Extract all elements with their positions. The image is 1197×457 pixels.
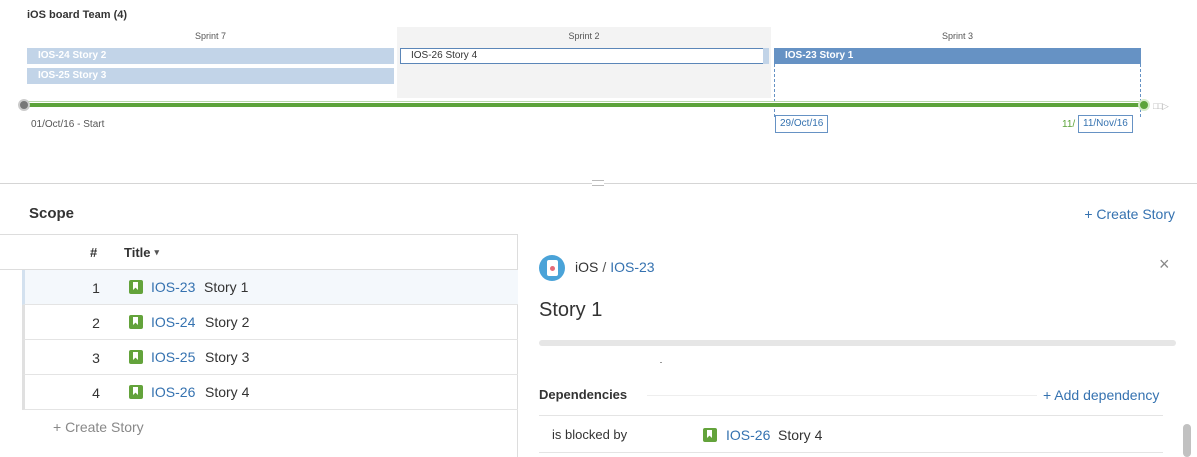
timeline-bar-ios-25[interactable]: IOS-25 Story 3: [27, 68, 394, 84]
scope-title: Scope: [29, 205, 75, 222]
column-header-number: #: [90, 245, 98, 260]
timeline-bar-ios-26[interactable]: IOS-26 Story 4: [400, 48, 764, 64]
column-header-title-label: Title: [124, 245, 151, 260]
issue-summary: Story 4: [205, 384, 250, 400]
table-row[interactable]: 2 IOS-24 Story 2: [22, 305, 518, 340]
breadcrumb: iOS / IOS-23: [575, 259, 655, 275]
issue-progress-bar: [539, 340, 1176, 346]
project-avatar-icon: [539, 255, 565, 281]
timeline-bar-ios-24[interactable]: IOS-24 Story 2: [27, 48, 394, 64]
breadcrumb-project: iOS: [575, 259, 599, 275]
breadcrumb-separator: /: [602, 259, 607, 275]
issue-summary: Story 3: [205, 349, 250, 365]
issue-summary: Story 1: [204, 279, 249, 295]
track-tail-icon: □□▷: [1153, 101, 1169, 111]
table-row[interactable]: 1 IOS-23 Story 1: [22, 270, 518, 305]
breadcrumb-issue-link[interactable]: IOS-23: [610, 259, 654, 275]
sprint-label: Sprint 3: [941, 31, 974, 41]
team-title: iOS board Team (4): [27, 9, 128, 21]
dependencies-heading: Dependencies: [539, 387, 628, 402]
issue-key-link[interactable]: IOS-23: [151, 279, 195, 295]
dependencies-rule: [647, 395, 1037, 396]
create-story-inline-button[interactable]: + Create Story: [53, 419, 144, 435]
close-icon[interactable]: ×: [1159, 254, 1170, 275]
mid-date-box[interactable]: 29/Oct/16: [775, 115, 829, 133]
detail-scrollbar[interactable]: [1183, 424, 1191, 457]
divider-grip-handle[interactable]: [592, 180, 604, 186]
sort-caret-icon: ▾: [154, 247, 160, 257]
timeline-track: [24, 103, 1144, 107]
issue-summary: Story 2: [205, 314, 250, 330]
start-date-label: 01/Oct/16 - Start: [31, 119, 105, 130]
table-row[interactable]: 3 IOS-25 Story 3: [22, 340, 518, 375]
story-type-icon: [129, 315, 143, 329]
issue-key-link[interactable]: IOS-26: [151, 384, 195, 400]
story-type-icon: [129, 385, 143, 399]
create-story-button[interactable]: + Create Story: [1084, 206, 1175, 222]
end-date-partial: 11/: [1062, 119, 1076, 130]
timeline-end-node[interactable]: [1138, 99, 1150, 111]
sprint-label: Sprint 7: [194, 31, 227, 41]
timeline-bar-ios-23[interactable]: IOS-23 Story 1: [774, 48, 1141, 64]
add-dependency-button[interactable]: + Add dependency: [1043, 387, 1159, 403]
story-type-icon: [129, 280, 143, 294]
row-number: 2: [92, 315, 100, 331]
row-number: 4: [92, 385, 100, 401]
dependency-row: is blocked by IOS-26 Story 4: [539, 415, 1163, 453]
row-number: 3: [92, 350, 100, 366]
timeline-start-node[interactable]: [18, 99, 30, 111]
dependency-summary: Story 4: [778, 427, 823, 443]
column-header-title[interactable]: Title ▾: [124, 245, 159, 260]
end-date-box[interactable]: 11/Nov/16: [1078, 115, 1133, 133]
table-header-row: # Title ▾: [0, 235, 518, 270]
tiny-mark: [660, 362, 662, 363]
row-number: 1: [92, 280, 100, 296]
issue-title: Story 1: [539, 299, 603, 321]
timeline-track-highlight: [24, 101, 1144, 102]
table-row[interactable]: 4 IOS-26 Story 4: [22, 375, 518, 410]
dashed-marker-start: [774, 64, 775, 117]
dependency-issue-link[interactable]: IOS-26: [726, 427, 770, 443]
issue-key-link[interactable]: IOS-25: [151, 349, 195, 365]
dependency-relation: is blocked by: [552, 427, 628, 442]
timeline-bar-handle[interactable]: [763, 48, 769, 64]
story-type-icon: [703, 428, 717, 442]
issue-key-link[interactable]: IOS-24: [151, 314, 195, 330]
story-type-icon: [129, 350, 143, 364]
sprint-label: Sprint 2: [568, 31, 600, 41]
issue-detail-panel: iOS / IOS-23 × Story 1 Dependencies + Add …: [519, 234, 1197, 457]
